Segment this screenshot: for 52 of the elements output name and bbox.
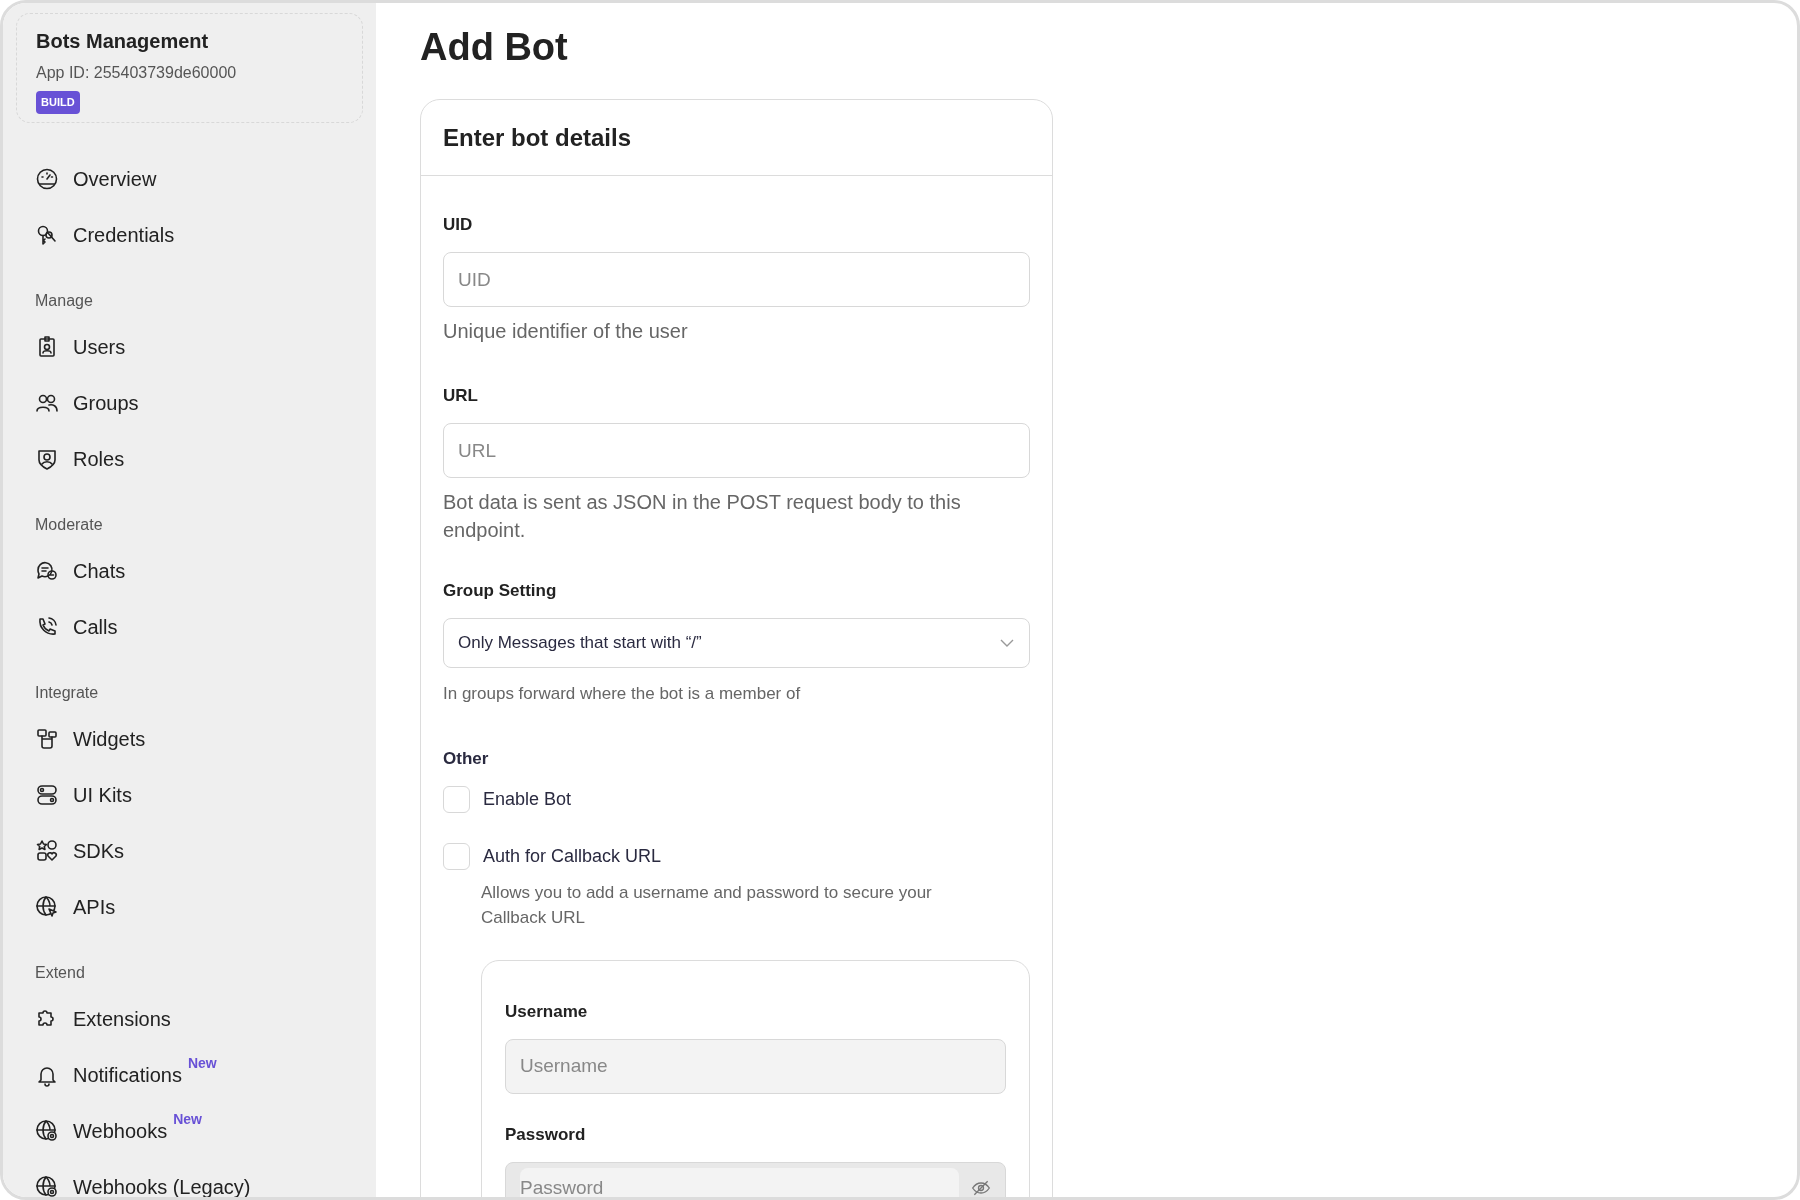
nav-item[interactable]: Notifications New xyxy=(16,1047,229,1103)
nav-item[interactable]: Extensions xyxy=(16,991,183,1047)
shield-user-icon xyxy=(35,447,59,471)
field-label: Username xyxy=(505,1000,589,1023)
widgets-icon xyxy=(35,727,59,751)
globe-cursor-icon xyxy=(35,895,59,919)
chat-bubbles-icon xyxy=(35,559,59,583)
build-badge: BUILD xyxy=(36,91,80,114)
field-label: UID xyxy=(443,214,474,236)
new-label: New xyxy=(173,1111,202,1127)
shapes-icon xyxy=(35,839,59,863)
field-label: URL xyxy=(443,385,479,407)
checkbox-label: Auth for Callback URL xyxy=(483,844,662,868)
toggles-icon xyxy=(35,783,59,807)
nav-item[interactable]: Overview xyxy=(16,151,169,207)
checkbox[interactable] xyxy=(443,842,470,870)
checkbox-label: Enable Bot xyxy=(483,787,572,811)
card-title: Enter bot details xyxy=(443,122,632,153)
app-id: App ID: 255403739de60000 xyxy=(36,63,237,83)
page-title: Add Bot xyxy=(420,25,569,70)
new-label: New xyxy=(187,1055,217,1071)
input-field[interactable]: URL xyxy=(443,423,1030,478)
chevron-down-icon xyxy=(999,638,1015,648)
nav-item[interactable]: SDKs xyxy=(16,823,137,879)
section-heading: Manage xyxy=(34,291,93,311)
help-text: Unique identifier of the user xyxy=(443,319,689,344)
help-text: Bot data is sent as JSON in the POST request body to this endpoint. xyxy=(443,490,962,543)
input-field[interactable]: UID xyxy=(443,252,1030,307)
gauge-icon xyxy=(35,167,59,191)
nav-item[interactable]: Credentials xyxy=(16,207,187,263)
nav-item[interactable]: UI Kits xyxy=(16,767,144,823)
group-setting-dropdown[interactable]: Only Messages that start with “/” xyxy=(443,618,1030,668)
section-heading: Integrate xyxy=(34,683,99,703)
nav-item[interactable]: Roles xyxy=(16,431,137,487)
globe-gear-icon xyxy=(35,1119,59,1143)
field-label: Group Setting xyxy=(443,580,558,602)
nav-item[interactable]: APIs xyxy=(16,879,128,935)
field-label: Other xyxy=(443,748,490,770)
help-text: Allows you to add a username and password to secure your Callback URL xyxy=(481,881,933,929)
nav-item[interactable]: Chats xyxy=(16,543,138,599)
field-label: Password xyxy=(505,1123,587,1146)
section-heading: Moderate xyxy=(34,515,103,535)
nav-item[interactable]: Widgets xyxy=(16,711,158,767)
app-name: Bots Management xyxy=(36,29,209,54)
nav-item[interactable]: Webhooks New xyxy=(16,1103,214,1159)
section-heading: Extend xyxy=(34,963,85,983)
key-search-icon xyxy=(35,223,59,247)
checkbox[interactable] xyxy=(443,785,470,813)
help-text: In groups forward where the bot is a member of xyxy=(443,683,802,705)
nav-item[interactable]: Groups xyxy=(16,375,151,431)
nav-item[interactable]: Users xyxy=(16,319,138,375)
nav-item[interactable]: Calls xyxy=(16,599,130,655)
